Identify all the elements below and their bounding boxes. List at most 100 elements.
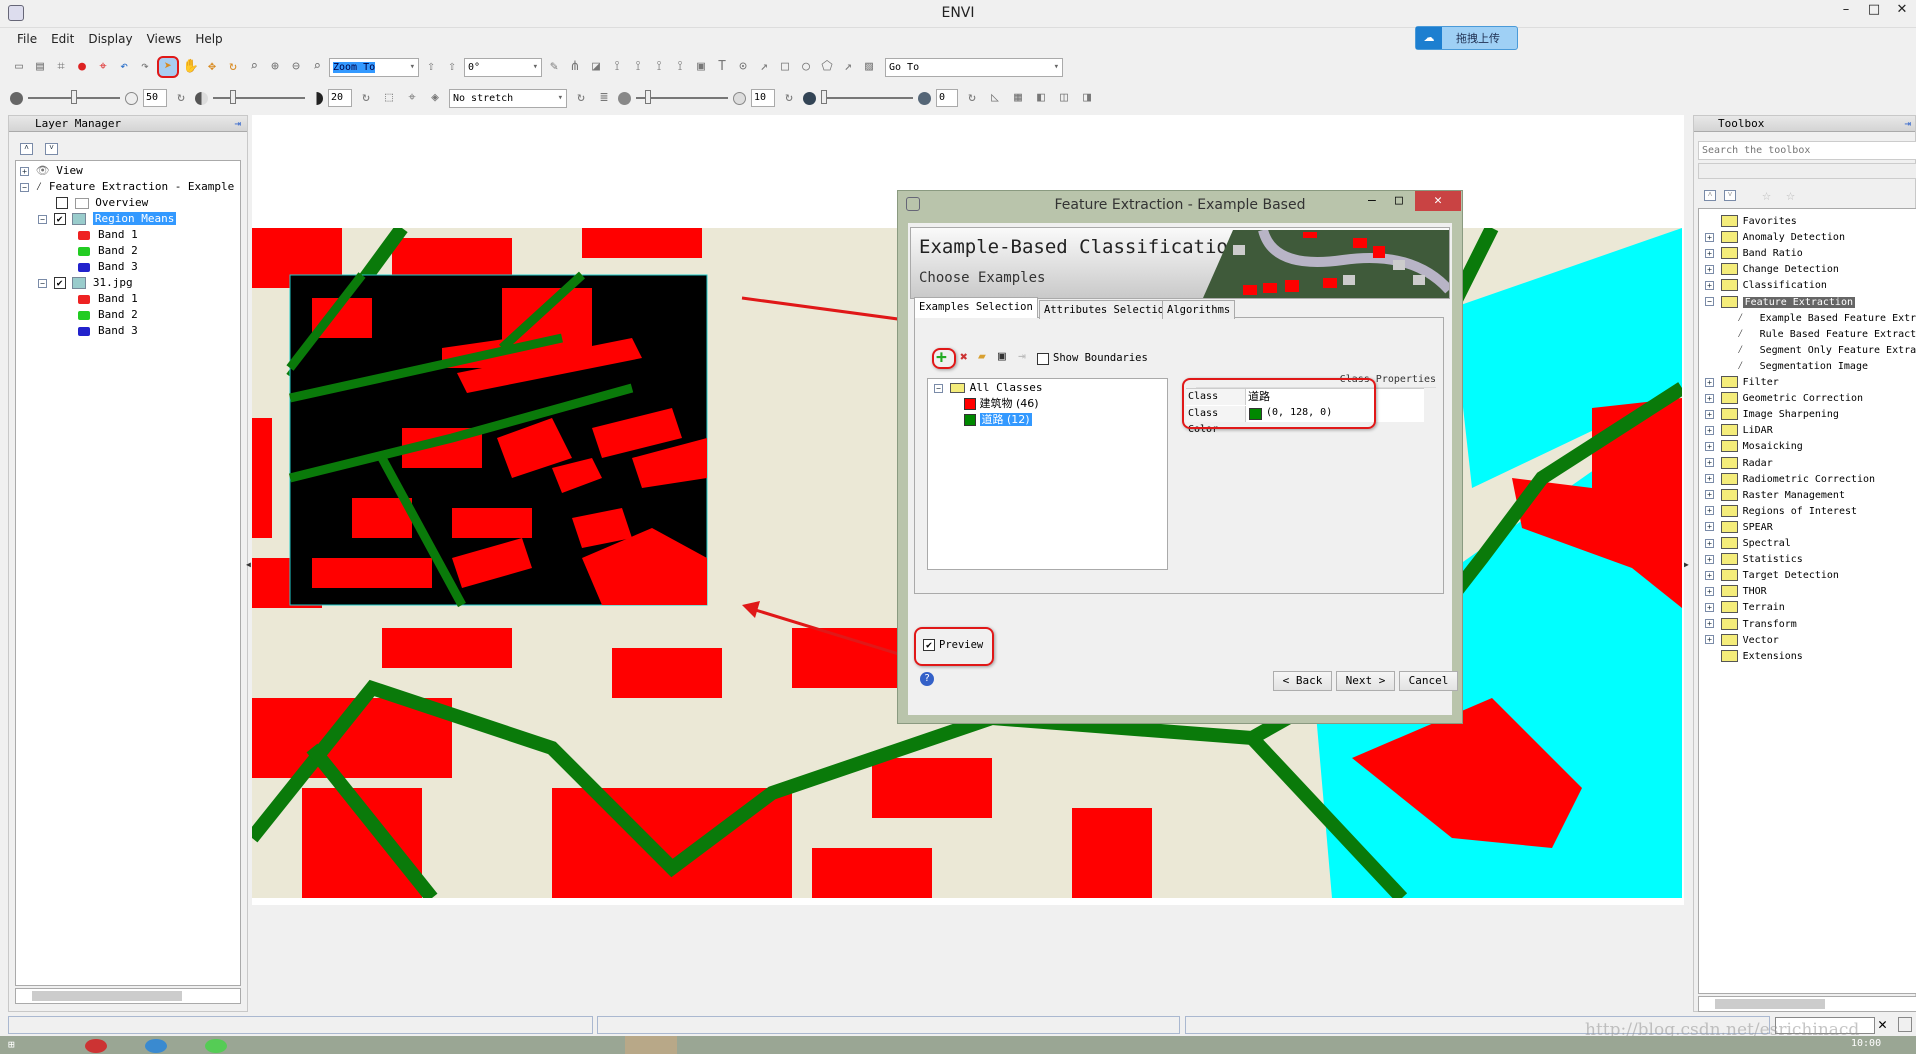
close-button[interactable]: ✕ xyxy=(1888,2,1916,22)
dock-icon[interactable]: ⇥ xyxy=(1904,116,1911,132)
transparency-value[interactable]: 0 xyxy=(936,89,958,107)
layer-item-feature-extraction[interactable]: − ⁄ Feature Extraction - Example xyxy=(20,179,234,195)
stretch-icon[interactable]: ◈ xyxy=(426,89,444,107)
add-class-icon[interactable]: + xyxy=(936,347,947,368)
menu-views[interactable]: Views xyxy=(140,30,189,50)
expand-icon[interactable]: + xyxy=(1705,425,1714,435)
expand-icon[interactable]: + xyxy=(1705,619,1714,628)
pin-icon[interactable]: ● xyxy=(73,58,91,76)
contrast-slider[interactable] xyxy=(213,90,305,104)
expand-icon[interactable]: + xyxy=(1705,635,1714,645)
scroll-thumb[interactable] xyxy=(32,991,182,1001)
goto-field[interactable]: Go To ▾ xyxy=(885,57,1063,77)
expand-icon[interactable]: + xyxy=(1705,586,1714,596)
ruler-icon[interactable]: ◺ xyxy=(986,89,1004,107)
preview-checkbox[interactable]: ✔ xyxy=(923,639,935,651)
upload-badge[interactable]: ☁ 拖拽上传 xyxy=(1415,26,1518,50)
toolbox-item[interactable]: + Geometric Correction xyxy=(1705,390,1863,406)
toolbox-item[interactable]: + Regions of Interest xyxy=(1705,503,1857,519)
rectangle-annotation-icon[interactable]: □ xyxy=(776,58,794,76)
toolbox-item[interactable]: + Anomaly Detection xyxy=(1705,229,1845,245)
class-item-building[interactable]: 建筑物 (46) xyxy=(964,396,1039,412)
toolbox-item[interactable]: ⁄ Example Based Feature Extraction xyxy=(1737,310,1916,326)
zoom-to-dropdown[interactable]: Zoom To ▾ xyxy=(329,57,419,77)
toolbox-item[interactable]: + Spectral xyxy=(1705,535,1791,551)
layer-item-band[interactable]: Band 1 xyxy=(78,227,138,243)
view-swipe-icon[interactable]: ◨ xyxy=(1078,89,1096,107)
expand-icon[interactable]: + xyxy=(1705,570,1714,580)
menu-display[interactable]: Display xyxy=(81,30,139,50)
toolbox-item[interactable]: + Vector xyxy=(1705,632,1779,648)
grid-icon[interactable]: ▦ xyxy=(1009,89,1027,107)
vector-merge-icon[interactable]: ⟟ xyxy=(650,58,668,76)
toolbox-item[interactable]: + Classification xyxy=(1705,277,1827,293)
expand-icon[interactable]: + xyxy=(1705,280,1714,290)
toolbox-item[interactable]: + Raster Management xyxy=(1705,487,1845,503)
move-up-icon[interactable]: ˄ xyxy=(1704,190,1716,201)
taskbar-app-icon[interactable] xyxy=(85,1039,107,1053)
crosshair-icon[interactable]: ⌖ xyxy=(94,58,112,76)
vector-join-icon[interactable]: ⟟ xyxy=(608,58,626,76)
clipboard-icon[interactable]: ▤ xyxy=(31,58,49,76)
menu-help[interactable]: Help xyxy=(188,30,229,50)
arrow-annotation-icon[interactable]: ↗ xyxy=(755,58,773,76)
move-down-icon[interactable]: ˅ xyxy=(1724,190,1736,201)
reset-icon[interactable]: ↻ xyxy=(572,89,590,107)
add-favorite-icon[interactable]: ☆ xyxy=(1762,186,1771,204)
expand-icon[interactable]: + xyxy=(1705,441,1714,451)
toolbox-item[interactable]: + Mosaicking xyxy=(1705,438,1803,454)
toolbox-item[interactable]: Favorites xyxy=(1705,213,1797,229)
toolbox-item[interactable]: + Transform xyxy=(1705,616,1797,632)
expand-icon[interactable]: + xyxy=(1705,458,1714,467)
toolbox-item[interactable]: ⁄ Rule Based Feature Extraction xyxy=(1737,326,1916,342)
toolbox-item[interactable]: + SPEAR xyxy=(1705,519,1773,535)
zoom-in-icon[interactable]: ⊕ xyxy=(266,58,284,76)
brightness-slider[interactable] xyxy=(28,90,120,104)
taskbar-app-icon[interactable] xyxy=(205,1039,227,1053)
symbol-annotation-icon[interactable]: ⊙ xyxy=(734,58,752,76)
rotate-icon[interactable]: ↻ xyxy=(224,58,242,76)
crop-icon[interactable]: ⌗ xyxy=(52,58,70,76)
expand-icon[interactable]: + xyxy=(1705,393,1714,403)
region-means-checkbox[interactable]: ✔ xyxy=(53,213,66,225)
collapse-right-icon[interactable]: ▶ xyxy=(1684,560,1689,569)
slider-handle[interactable] xyxy=(644,90,651,104)
zoom-out-icon[interactable]: ⊖ xyxy=(287,58,305,76)
roi-icon[interactable]: ◪ xyxy=(587,58,605,76)
rotation-dropdown[interactable]: 0° ▾ xyxy=(464,57,542,77)
layer-item-band[interactable]: Band 1 xyxy=(78,291,138,307)
expand-icon[interactable]: + xyxy=(1705,602,1714,612)
stretch-dropdown[interactable]: No stretch ▾ xyxy=(449,88,567,108)
toolbox-hscrollbar[interactable] xyxy=(1698,996,1916,1012)
expand-icon[interactable]: + xyxy=(1705,232,1714,242)
toolbox-item[interactable]: Extensions xyxy=(1705,648,1803,664)
layer-hscrollbar[interactable] xyxy=(15,988,241,1004)
menu-edit[interactable]: Edit xyxy=(44,30,81,50)
expand-icon[interactable]: + xyxy=(1705,538,1714,548)
minimize-button[interactable]: – xyxy=(1832,2,1860,22)
resize-grip-icon[interactable] xyxy=(1898,1017,1912,1032)
slider-handle[interactable] xyxy=(821,90,827,104)
toolbox-item[interactable]: + Statistics xyxy=(1705,551,1803,567)
layer-item-region-means[interactable]: − ✔ Region Means xyxy=(38,211,177,227)
open-icon[interactable]: ▭ xyxy=(10,58,28,76)
remove-favorite-icon[interactable]: ☆ xyxy=(1786,186,1795,204)
next-button[interactable]: Next > xyxy=(1336,671,1395,691)
select-pointer-icon[interactable]: ➤ xyxy=(157,56,179,78)
contrast-value[interactable]: 20 xyxy=(328,89,352,107)
sharpen-value[interactable]: 10 xyxy=(751,89,775,107)
zoom-fit-icon[interactable]: ⌕ xyxy=(245,58,263,76)
toolbox-search-input[interactable] xyxy=(1698,141,1916,160)
cancel-process-icon[interactable]: ✕ xyxy=(1878,1015,1887,1033)
slider-handle[interactable] xyxy=(230,90,237,104)
layer-item-view[interactable]: + 👁 View xyxy=(20,163,83,179)
toolbox-item[interactable]: ⁄ Segmentation Image xyxy=(1737,358,1868,374)
slider-handle[interactable] xyxy=(71,90,77,104)
sharpen-slider[interactable] xyxy=(636,90,728,104)
pan-hand-icon[interactable]: ✋ xyxy=(182,58,200,76)
zoom-box-icon[interactable]: ⌕ xyxy=(308,58,326,76)
collapse-left-icon[interactable]: ◀ xyxy=(246,560,251,569)
fly-icon[interactable]: ✥ xyxy=(203,58,221,76)
rotate-north-icon[interactable]: ⇧ xyxy=(422,58,440,76)
dialog-maximize-button[interactable]: □ xyxy=(1395,193,1403,208)
